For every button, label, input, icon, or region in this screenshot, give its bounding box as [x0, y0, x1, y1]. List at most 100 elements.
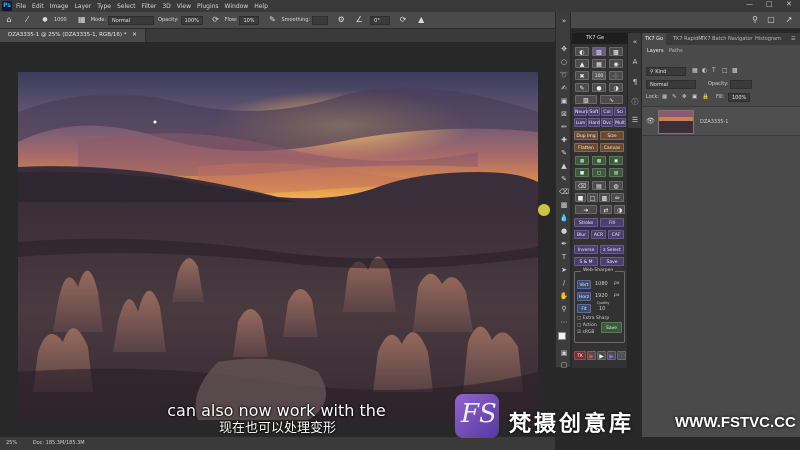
- lock-paint-icon[interactable]: ✎: [672, 94, 677, 100]
- dock-expand-icon[interactable]: «: [629, 37, 641, 47]
- workspace-icon[interactable]: ▢: [766, 15, 776, 25]
- tk7-col-button[interactable]: Col: [601, 107, 613, 116]
- web-save-button[interactable]: Save: [601, 322, 622, 333]
- brush-preset-icon[interactable]: ●: [40, 15, 50, 25]
- tk7-lum-button[interactable]: Lum: [574, 118, 587, 127]
- collapse-icon[interactable]: »: [558, 16, 570, 26]
- zoom-level[interactable]: 25%: [6, 440, 17, 446]
- tk7-hard-button[interactable]: Hard: [588, 118, 600, 127]
- landscape-photo[interactable]: [18, 72, 538, 420]
- history-brush-tool-icon[interactable]: ✎: [558, 174, 570, 184]
- tk7-fill-black-icon[interactable]: ■: [575, 193, 586, 202]
- menu-edit[interactable]: Edit: [32, 3, 44, 10]
- kind-filter-select[interactable]: ⚲ Kind: [646, 67, 686, 76]
- more-tools-icon[interactable]: ⋯: [558, 317, 570, 327]
- tk7-dvc-button[interactable]: Dvc: [601, 118, 613, 127]
- menu-image[interactable]: Image: [50, 3, 69, 10]
- blur-tool-icon[interactable]: 💧: [558, 213, 570, 223]
- menu-window[interactable]: Window: [225, 3, 249, 10]
- vert-button[interactable]: Vert: [577, 280, 591, 289]
- screen-mode-icon[interactable]: ▢: [558, 360, 570, 370]
- quick-select-tool-icon[interactable]: ✍: [558, 83, 570, 93]
- tk7-s-m-button[interactable]: S & M: [574, 257, 598, 266]
- tk7-mask-add-icon[interactable]: ▣: [609, 156, 623, 165]
- tk7-duplicate-icon[interactable]: ▤: [592, 181, 606, 190]
- tk7-size-button[interactable]: Size: [600, 131, 624, 140]
- menu-plugins[interactable]: Plugins: [197, 3, 219, 10]
- home-icon[interactable]: ⌂: [4, 15, 14, 25]
- tk7-tools-icon[interactable]: ✖: [575, 71, 589, 80]
- search-icon[interactable]: ⚲: [750, 15, 760, 25]
- visibility-eye-icon[interactable]: 👁: [646, 117, 655, 125]
- menu-help[interactable]: Help: [254, 3, 268, 10]
- filter-adjust-icon[interactable]: ◐: [702, 67, 707, 74]
- layer-opacity-field[interactable]: [730, 80, 752, 89]
- fit-button[interactable]: Fit: [577, 304, 591, 313]
- brush-tool-active-icon[interactable]: ✎: [558, 148, 570, 158]
- tk7-z-select-button[interactable]: z Select: [600, 245, 624, 254]
- tk7-fill-gray-icon[interactable]: ▩: [599, 193, 610, 202]
- tk7-burn-icon[interactable]: ◑: [609, 83, 623, 92]
- hand-tool-icon[interactable]: ✋: [558, 291, 570, 301]
- tk7-canvas-button[interactable]: Canvas: [600, 143, 624, 152]
- tk7-brush-icon[interactable]: ✎: [575, 83, 589, 92]
- tk7-lum-icon[interactable]: ▨: [592, 47, 606, 56]
- srgb-checkbox[interactable]: ☑ sRGB: [577, 330, 595, 335]
- properties-panel-icon[interactable]: ☰: [629, 115, 641, 125]
- menu-type[interactable]: Type: [97, 3, 111, 10]
- tk7-flatten-button[interactable]: Flatten: [574, 143, 598, 152]
- blend-mode-select[interactable]: Normal: [646, 80, 696, 89]
- minimize-icon[interactable]: —: [746, 0, 753, 8]
- tk7-copy-icon[interactable]: □: [592, 168, 606, 177]
- menu-view[interactable]: View: [177, 3, 191, 10]
- tk7-group-icon[interactable]: ■: [575, 168, 589, 177]
- tk7-hide-icon[interactable]: ◍: [609, 181, 623, 190]
- gradient-tool-icon[interactable]: ▩: [558, 200, 570, 210]
- text-panel-icon[interactable]: A: [629, 57, 641, 67]
- tab-navigator[interactable]: Navigator: [725, 33, 755, 45]
- quality-value[interactable]: 10: [599, 306, 605, 312]
- tk-button[interactable]: TK: [574, 351, 586, 360]
- play-white-icon[interactable]: ▶: [597, 351, 606, 360]
- tab-tk7-go[interactable]: TK7 Go: [642, 33, 667, 45]
- extra-sharp-checkbox[interactable]: □ Extra Sharp: [577, 316, 609, 321]
- menu-file[interactable]: File: [16, 3, 26, 10]
- smoothing-field[interactable]: [312, 15, 329, 25]
- filter-type-icon[interactable]: T: [712, 67, 716, 74]
- tk7-dodge-icon[interactable]: ●: [592, 83, 606, 92]
- tk7-100-button[interactable]: 100: [592, 71, 606, 80]
- filter-smart-icon[interactable]: ▩: [732, 67, 738, 74]
- angle-field[interactable]: 0°: [370, 15, 391, 25]
- tab-layers[interactable]: Layers: [644, 45, 667, 57]
- fill-field[interactable]: 100%: [728, 93, 750, 102]
- tk7-mult-button[interactable]: Mult: [614, 118, 626, 127]
- eraser-tool-icon[interactable]: ⌫: [558, 187, 570, 197]
- tk7-blur-button[interactable]: Blur: [574, 230, 589, 239]
- tk7-levels-icon[interactable]: ▧: [575, 95, 597, 104]
- tk7-soft-button[interactable]: Soft: [588, 107, 600, 116]
- frame-tool-icon[interactable]: ⊠: [558, 109, 570, 119]
- tk7-shape-icon[interactable]: ▲: [575, 59, 589, 68]
- panel-menu-icon[interactable]: ☰: [788, 33, 798, 45]
- brush-settings-icon[interactable]: ▦: [77, 15, 87, 25]
- mode-select[interactable]: Normal: [108, 15, 155, 25]
- tk7-layer-icon[interactable]: ▦: [575, 156, 589, 165]
- type-tool-icon[interactable]: T: [558, 252, 570, 262]
- tk7-inverse-button[interactable]: Inverse: [574, 245, 598, 254]
- close-tab-icon[interactable]: ✕: [132, 32, 137, 38]
- quick-mask-icon[interactable]: ▣: [558, 348, 570, 358]
- tk7-neuro-button[interactable]: Neuro: [574, 107, 589, 116]
- info-panel-icon[interactable]: ⓘ: [629, 97, 641, 107]
- menu-select[interactable]: Select: [117, 3, 136, 10]
- lasso-tool-icon[interactable]: ➰: [558, 70, 570, 80]
- foreground-color-swatch[interactable]: [558, 332, 566, 340]
- smoothing-options-icon[interactable]: ⚙: [336, 15, 346, 25]
- pressure-size-icon[interactable]: ⟳: [398, 15, 408, 25]
- lock-pixels-icon[interactable]: ▦: [662, 94, 667, 100]
- maximize-icon[interactable]: □: [766, 0, 773, 8]
- tk7-gallery-icon[interactable]: ▩: [609, 47, 623, 56]
- lock-artboard-icon[interactable]: ▣: [692, 94, 697, 100]
- tk7-swap-icon[interactable]: ⇄: [600, 205, 612, 214]
- tk7-mask-icon[interactable]: ◐: [575, 47, 589, 56]
- tk7-apply-icon[interactable]: ➔: [575, 205, 597, 214]
